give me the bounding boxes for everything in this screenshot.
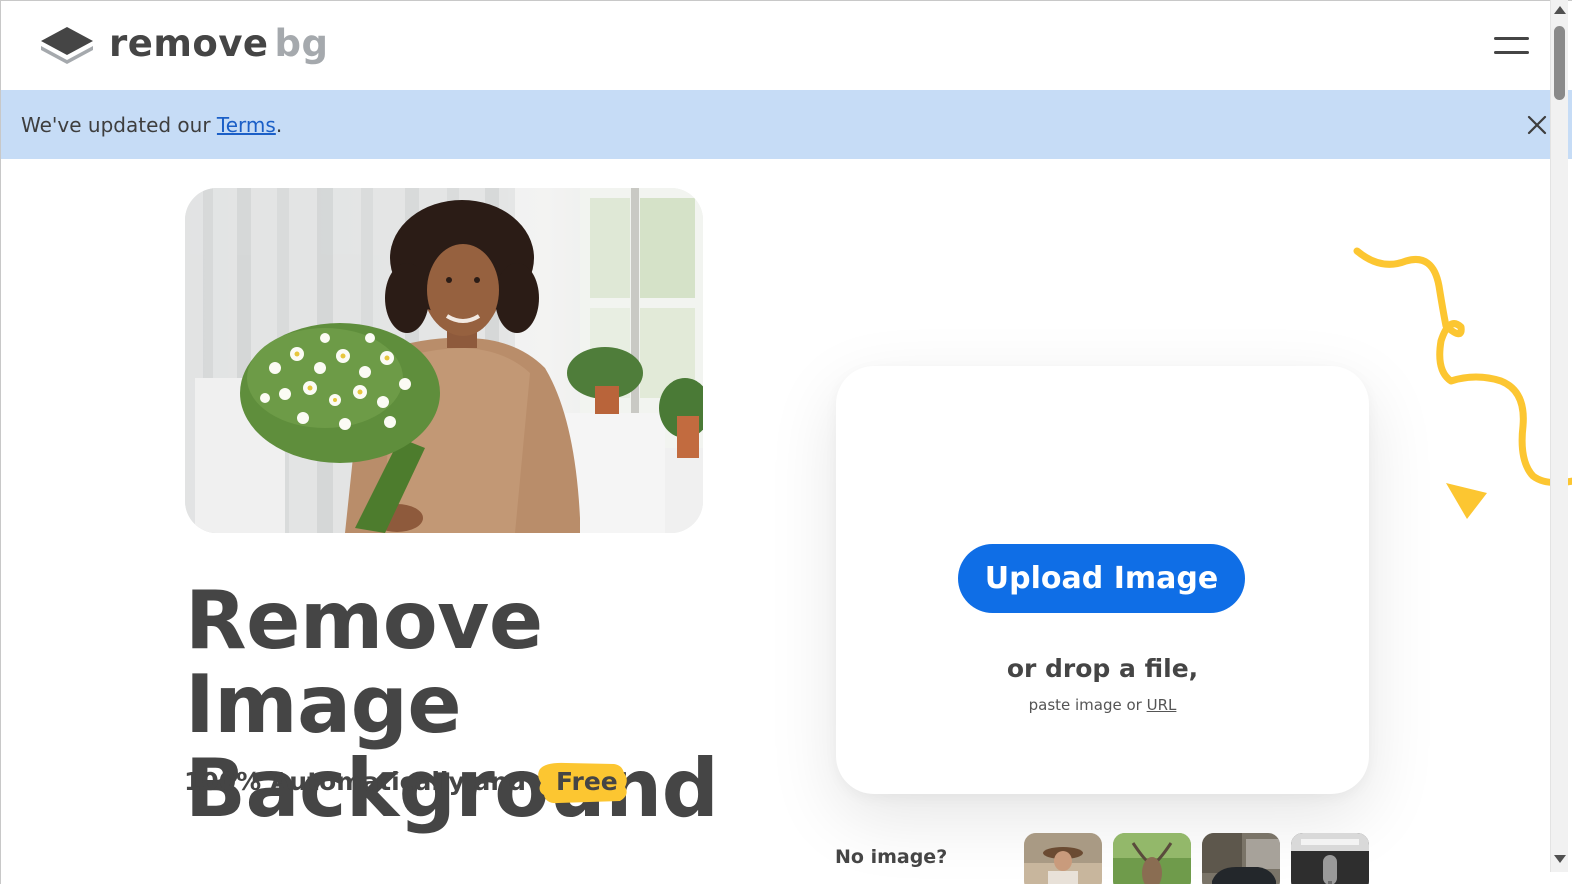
sample-thumbnail (1024, 833, 1102, 884)
layers-logo-icon (41, 27, 93, 64)
paste-hint-text: paste image or (1028, 696, 1147, 714)
tagline-text: 100% Automatically and (184, 767, 527, 796)
logo-wordmark: remove bg (109, 23, 329, 65)
sample-image-car[interactable] (1202, 833, 1280, 884)
sample-image-microphone[interactable] (1291, 833, 1369, 884)
sample-thumbnail (1113, 833, 1191, 884)
paste-hint: paste image or URL (836, 696, 1369, 714)
free-badge: Free (536, 761, 638, 804)
logo-suffix: bg (274, 22, 329, 65)
banner-text-suffix: . (275, 113, 283, 137)
sample-image-woman-with-hat[interactable] (1024, 833, 1102, 884)
terms-link[interactable]: Terms (217, 113, 276, 137)
scroll-up-arrow-icon[interactable] (1554, 6, 1566, 14)
url-link[interactable]: URL (1147, 696, 1177, 714)
tagline: 100% Automatically and Free (184, 761, 638, 804)
hero-image (185, 188, 703, 533)
hero-illustration (185, 188, 703, 533)
upload-image-button[interactable]: Upload Image (958, 544, 1245, 613)
banner-text-prefix: We've updated our (21, 113, 217, 137)
sample-thumbnail (1202, 833, 1280, 884)
squiggle-decoration-icon (1353, 247, 1572, 519)
hamburger-menu-icon[interactable] (1491, 33, 1531, 59)
page-title-line1: Remove Image (185, 574, 543, 751)
site-header: remove bg (1, 1, 1572, 90)
scrollbar-thumb[interactable] (1554, 26, 1565, 100)
sample-image-antelope[interactable] (1113, 833, 1191, 884)
upload-dropzone[interactable]: Upload Image or drop a file, paste image… (836, 366, 1369, 794)
close-icon[interactable] (1526, 114, 1548, 136)
vertical-scrollbar[interactable] (1550, 0, 1568, 872)
drop-file-text: or drop a file, (1006, 654, 1199, 683)
free-badge-label: Free (556, 767, 618, 796)
sample-thumbnail (1291, 833, 1369, 884)
logo[interactable]: remove bg (39, 23, 329, 65)
no-image-label: No image? (835, 846, 948, 868)
logo-word: remove (109, 22, 269, 65)
banner-message: We've updated our Terms. (21, 112, 282, 138)
scroll-down-arrow-icon[interactable] (1554, 855, 1566, 863)
terms-banner: We've updated our Terms. (1, 90, 1572, 159)
page: remove bg We've updated our Terms. Remov… (0, 0, 1572, 884)
